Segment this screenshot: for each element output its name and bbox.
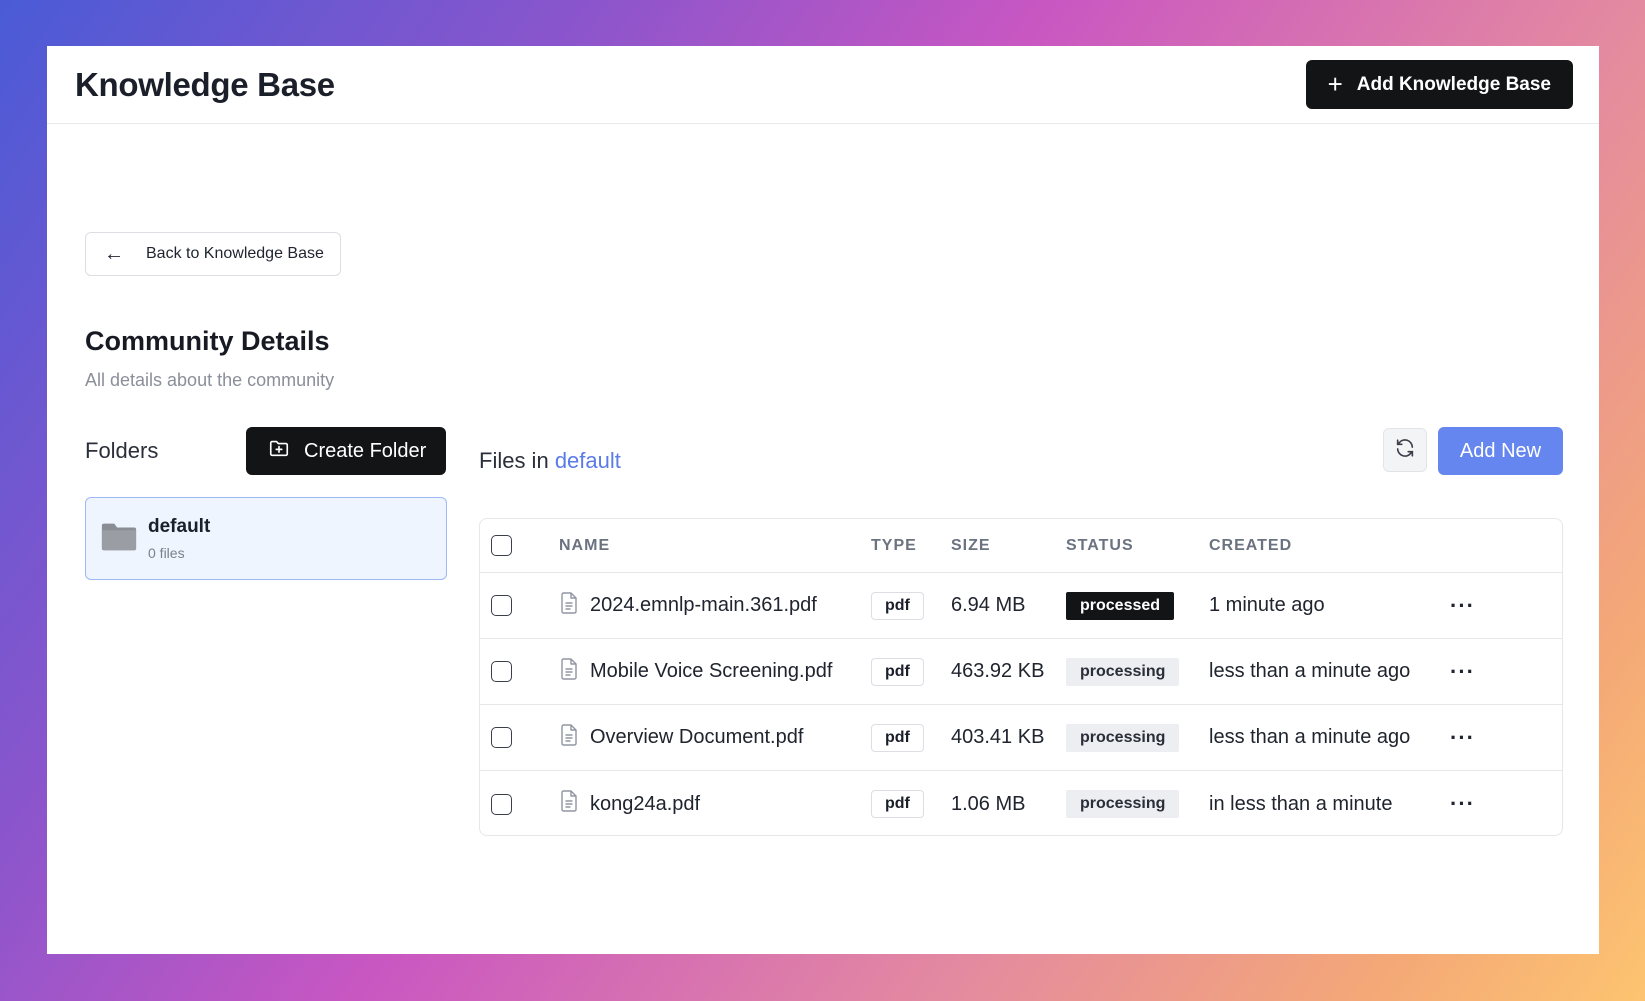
status-badge: processed	[1066, 591, 1175, 620]
more-options-icon[interactable]: ···	[1450, 639, 1475, 704]
top-bar: Knowledge Base + Add Knowledge Base	[47, 46, 1599, 124]
file-name: 2024.emnlp-main.361.pdf	[590, 594, 817, 616]
column-header-status[interactable]: STATUS	[1066, 519, 1134, 572]
column-header-created[interactable]: CREATED	[1209, 519, 1292, 572]
file-icon	[560, 657, 578, 686]
column-header-name[interactable]: NAME	[559, 519, 610, 572]
table-row[interactable]: 2024.emnlp-main.361.pdf pdf 6.94 MB proc…	[480, 573, 1562, 639]
file-size: 463.92 KB	[951, 660, 1045, 682]
arrow-left-icon: ←	[104, 243, 124, 265]
folder-file-count: 0 files	[148, 545, 185, 561]
files-table: NAME TYPE SIZE STATUS CREATED 2024.emnlp…	[479, 518, 1563, 836]
file-icon	[560, 723, 578, 752]
select-all-checkbox[interactable]	[491, 535, 512, 556]
more-options-icon[interactable]: ···	[1450, 771, 1475, 835]
app-window: Knowledge Base + Add Knowledge Base ← Ba…	[47, 46, 1599, 954]
table-header-row: NAME TYPE SIZE STATUS CREATED	[480, 519, 1562, 573]
row-checkbox[interactable]	[491, 595, 512, 616]
file-type-badge: pdf	[871, 591, 924, 620]
plus-icon: +	[1327, 68, 1343, 99]
folder-info: default 0 files	[148, 516, 210, 561]
row-checkbox[interactable]	[491, 727, 512, 748]
back-button-label: Back to Knowledge Base	[146, 245, 324, 262]
files-heading-folder: default	[554, 448, 621, 473]
file-icon	[560, 591, 578, 620]
add-knowledge-base-label: Add Knowledge Base	[1356, 73, 1551, 95]
column-header-size[interactable]: SIZE	[951, 519, 991, 572]
section-title: Community Details	[85, 326, 330, 356]
file-created: in less than a minute	[1209, 792, 1393, 815]
folder-name: default	[148, 516, 211, 537]
folders-heading: Folders	[85, 438, 159, 463]
folder-item-default[interactable]: default 0 files	[85, 497, 447, 580]
refresh-icon	[1394, 437, 1416, 464]
files-heading-prefix: Files in	[479, 448, 549, 473]
more-options-icon[interactable]: ···	[1450, 573, 1475, 638]
files-heading: Files in default	[479, 448, 621, 474]
create-folder-label: Create Folder	[304, 439, 427, 462]
file-name: Mobile Voice Screening.pdf	[590, 660, 833, 682]
file-size: 6.94 MB	[951, 594, 1026, 616]
more-options-icon[interactable]: ···	[1450, 705, 1475, 770]
file-created: less than a minute ago	[1209, 726, 1411, 748]
folder-plus-icon	[268, 437, 290, 465]
table-row[interactable]: Overview Document.pdf pdf 403.41 KB proc…	[480, 705, 1562, 771]
file-type-badge: pdf	[871, 723, 924, 752]
section-subtitle: All details about the community	[85, 370, 335, 390]
add-knowledge-base-button[interactable]: + Add Knowledge Base	[1305, 60, 1573, 109]
file-created: less than a minute ago	[1209, 660, 1411, 682]
add-new-button[interactable]: Add New	[1438, 427, 1563, 475]
file-size: 403.41 KB	[951, 726, 1045, 748]
status-badge: processing	[1066, 723, 1180, 752]
page-title: Knowledge Base	[75, 65, 335, 103]
table-row[interactable]: kong24a.pdf pdf 1.06 MB processing in le…	[480, 771, 1562, 835]
back-to-knowledge-base-button[interactable]: ← Back to Knowledge Base	[85, 232, 341, 276]
create-folder-button[interactable]: Create Folder	[246, 427, 447, 475]
file-type-badge: pdf	[871, 790, 924, 818]
file-name: Overview Document.pdf	[590, 726, 804, 748]
table-row[interactable]: Mobile Voice Screening.pdf pdf 463.92 KB…	[480, 639, 1562, 705]
file-name: kong24a.pdf	[590, 792, 701, 815]
file-created: 1 minute ago	[1209, 594, 1325, 616]
row-checkbox[interactable]	[491, 661, 512, 682]
row-checkbox[interactable]	[491, 793, 512, 815]
status-badge: processing	[1066, 657, 1180, 686]
status-badge: processing	[1066, 790, 1180, 818]
column-header-type[interactable]: TYPE	[871, 519, 917, 572]
file-type-badge: pdf	[871, 657, 924, 686]
file-size: 1.06 MB	[951, 792, 1026, 815]
folder-icon	[100, 517, 138, 560]
file-icon	[560, 790, 578, 818]
refresh-button[interactable]	[1383, 428, 1427, 472]
